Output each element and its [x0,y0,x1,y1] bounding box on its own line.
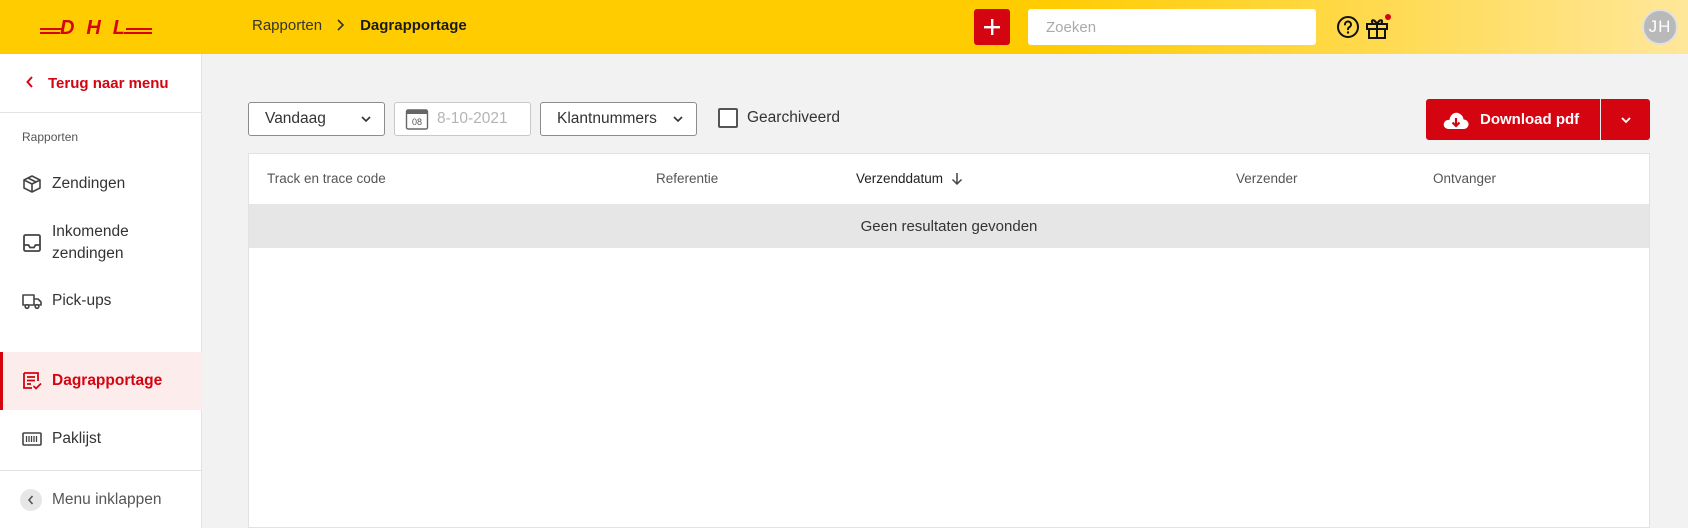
results-table: Track en trace code Referentie Verzendda… [248,153,1650,528]
date-field[interactable]: 08 8-10-2021 [394,102,531,136]
chevron-right-icon [336,18,346,34]
chevron-left-icon [20,488,42,511]
svg-text:08: 08 [412,117,422,127]
sidebar-item-pick-ups[interactable]: Pick-ups [0,278,202,324]
collapse-menu-button[interactable]: Menu inklappen [0,470,202,528]
top-header: DHL Rapporten Dagrapportage JH [0,0,1688,54]
plus-icon [984,19,1000,35]
sidebar-item-paklijst[interactable]: Paklijst [0,412,202,466]
column-header-label: Track en trace code [267,171,386,186]
calendar-icon: 08 [405,109,429,130]
download-options-button[interactable] [1601,99,1650,140]
sidebar-item-zendingen[interactable]: Zendingen [0,164,202,204]
package-icon [23,175,41,193]
chevron-down-icon [361,116,371,123]
sidebar-item-label: Zendingen [52,175,126,192]
back-to-menu-link[interactable]: Terug naar menu [0,54,202,113]
help-icon[interactable] [1336,15,1360,39]
sidebar-item-label: Dagrapportage [52,372,163,389]
download-pdf-button[interactable]: Download pdf [1426,99,1600,140]
column-header-referentie[interactable]: Referentie [656,171,718,186]
column-header-label: Referentie [656,171,719,186]
breadcrumb: Rapporten Dagrapportage [252,17,467,34]
customer-number-select[interactable]: Klantnummers [540,102,697,136]
archived-label: Gearchiveerd [747,109,841,126]
cloud-download-icon [1443,112,1469,129]
add-button[interactable] [974,9,1010,45]
collapse-menu-label: Menu inklappen [52,490,162,508]
archived-checkbox[interactable] [718,108,738,128]
barcode-icon [22,432,42,446]
column-header-label: Verzender [1236,171,1298,186]
customer-number-select-value: Klantnummers [557,110,657,127]
svg-text:DHL: DHL [60,17,126,37]
column-header-ontvanger[interactable]: Ontvanger [1433,171,1496,186]
sidebar-item-inkomende-zendingen[interactable]: Inkomende zendingen [0,212,202,274]
breadcrumb-current: Dagrapportage [360,17,467,34]
column-header-verzender[interactable]: Verzender [1236,171,1298,186]
period-select[interactable]: Vandaag [248,102,385,136]
chevron-down-icon [1620,116,1631,123]
dhl-logo[interactable]: DHL [40,17,152,37]
period-select-value: Vandaag [265,110,326,127]
report-icon [23,372,42,390]
sidebar: Terug naar menu Rapporten Zendingen Inko… [0,54,202,528]
arrow-down-icon [952,172,963,185]
sidebar-item-label: Pick-ups [52,292,112,309]
sidebar-item-label: Inkomende zendingen [52,223,129,262]
chevron-down-icon [673,116,683,123]
chevron-left-icon [26,75,34,91]
search-input[interactable] [1028,9,1316,45]
date-value: 8-10-2021 [437,110,508,127]
column-header-verzenddatum[interactable]: Verzenddatum [856,171,963,186]
inbox-icon [23,234,41,252]
empty-results-row: Geen resultaten gevonden [249,204,1649,248]
archived-checkbox-wrap[interactable]: Gearchiveerd [718,108,840,128]
column-header-track-trace[interactable]: Track en trace code [267,171,386,186]
avatar[interactable]: JH [1642,9,1678,45]
truck-icon [22,294,42,310]
back-to-menu-label: Terug naar menu [48,74,169,92]
breadcrumb-rapporten[interactable]: Rapporten [252,17,322,34]
sidebar-item-dagrapportage[interactable]: Dagrapportage [0,352,202,410]
download-pdf-label: Download pdf [1480,111,1580,128]
column-header-label: Verzenddatum [856,171,944,186]
section-label: Rapporten [22,130,79,144]
column-header-label: Ontvanger [1433,171,1497,186]
sidebar-item-label: Paklijst [52,430,102,447]
empty-results-message: Geen resultaten gevonden [860,217,1038,235]
notification-dot [1385,14,1391,20]
